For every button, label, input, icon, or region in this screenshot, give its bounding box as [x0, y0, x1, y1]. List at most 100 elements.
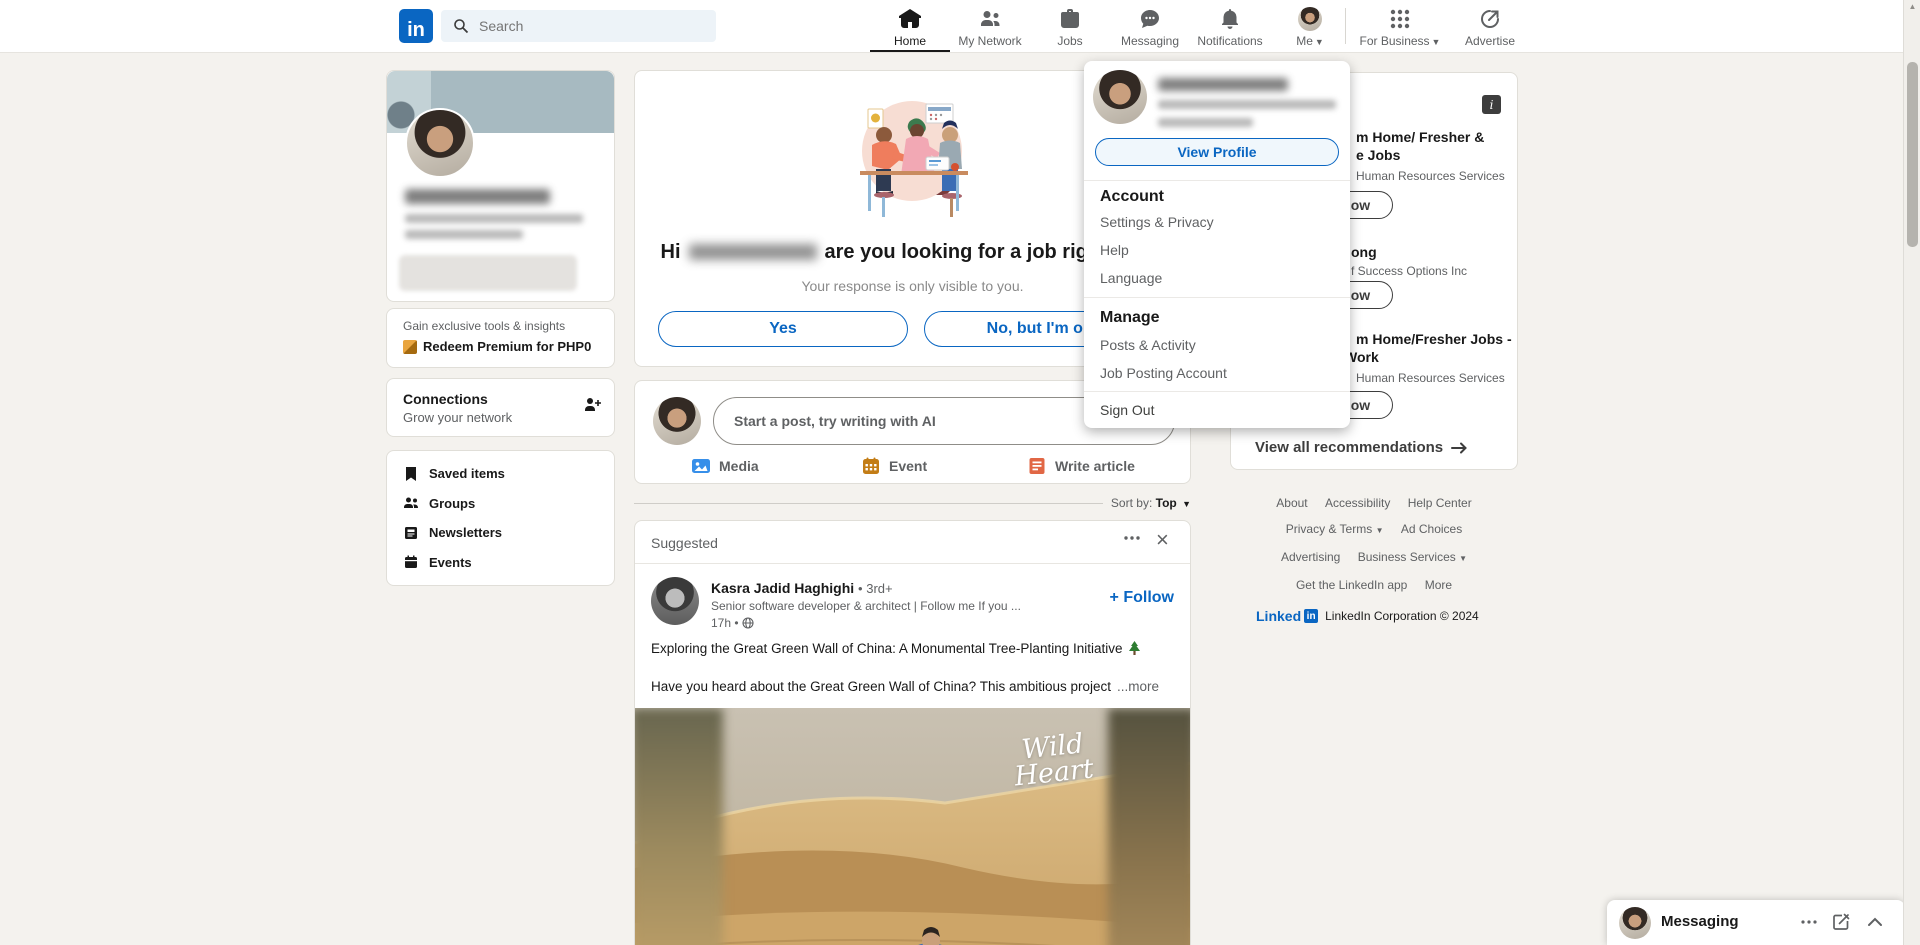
sort-by[interactable]: Sort by: Top ▼	[1111, 496, 1191, 510]
notifications-icon	[1222, 9, 1238, 29]
follow-button[interactable]: + Follow	[1110, 589, 1174, 607]
nav-my-network-label: My Network	[958, 34, 1022, 48]
bookmark-icon	[406, 466, 416, 481]
caret-down-icon: ▼	[1375, 526, 1384, 535]
search-icon	[454, 19, 469, 34]
write-article-button[interactable]: Write article	[1027, 453, 1135, 479]
search-box[interactable]	[441, 10, 716, 42]
job-company: Human Resources Services	[1356, 169, 1505, 183]
info-icon[interactable]: i	[1482, 95, 1501, 114]
chevron-up-icon[interactable]	[1865, 912, 1885, 932]
nav-jobs[interactable]: Jobs	[1030, 0, 1110, 52]
footer-link-advertising[interactable]: Advertising	[1281, 550, 1340, 564]
connections-subtitle: Grow your network	[403, 410, 513, 425]
video-blur-right	[1108, 708, 1190, 945]
messaging-overflow-button[interactable]	[1799, 912, 1819, 932]
footer-link-ad-choices[interactable]: Ad Choices	[1401, 522, 1462, 536]
post-time: 17h •	[711, 616, 754, 630]
page-footer: About Accessibility Help Center Privacy …	[1230, 490, 1518, 624]
footer-link-business-services[interactable]: Business Services ▼	[1358, 550, 1467, 564]
footer-link-help-center[interactable]: Help Center	[1408, 496, 1472, 510]
sidebar-item-newsletters[interactable]: Newsletters	[403, 522, 598, 544]
suggested-post-card: Suggested × Kasra Jadid Haghighi • 3rd+ …	[634, 520, 1191, 945]
premium-hint: Gain exclusive tools & insights	[403, 319, 566, 333]
see-more-button[interactable]: ...more	[1117, 679, 1159, 694]
nav-for-business[interactable]: For Business ▼	[1352, 0, 1448, 52]
nav-messaging[interactable]: Messaging	[1110, 0, 1190, 52]
search-input[interactable]	[477, 17, 691, 35]
footer-link-about[interactable]: About	[1276, 496, 1307, 510]
author-name[interactable]: Kasra Jadid Haghighi	[711, 580, 854, 596]
menu-item-posts-activity[interactable]: Posts & Activity	[1100, 337, 1196, 353]
nav-for-business-label: For Business ▼	[1359, 34, 1441, 48]
footer-link-more[interactable]: More	[1425, 578, 1452, 592]
scrollbar-up-arrow[interactable]: ▲	[1904, 2, 1920, 11]
nav-items: Home My Network Jobs Messaging Notificat…	[870, 0, 1350, 52]
dismiss-post-button[interactable]: ×	[1156, 529, 1169, 551]
footer-link-privacy-terms[interactable]: Privacy & Terms ▼	[1286, 522, 1384, 536]
premium-icon	[403, 339, 417, 354]
view-profile-button[interactable]: View Profile	[1095, 138, 1339, 166]
account-section-header: Account	[1100, 188, 1164, 205]
connection-degree: • 3rd+	[858, 581, 893, 596]
nav-notifications[interactable]: Notifications	[1190, 0, 1270, 52]
profile-avatar[interactable]	[405, 108, 475, 178]
media-button[interactable]: Media	[691, 453, 759, 479]
sidebar-item-events[interactable]: Events	[403, 552, 598, 574]
menu-item-language[interactable]: Language	[1100, 270, 1162, 286]
copyright: LinkedIn Corporation © 2024	[1325, 609, 1479, 623]
messaging-overlay-bar[interactable]: Messaging	[1607, 900, 1905, 945]
profile-card[interactable]	[386, 70, 615, 302]
footer-link-get-app[interactable]: Get the LinkedIn app	[1296, 578, 1407, 592]
scrollbar-thumb[interactable]	[1907, 62, 1918, 247]
menu-item-settings-privacy[interactable]: Settings & Privacy	[1100, 214, 1214, 230]
job-title[interactable]: m Home/ Fresher &	[1356, 129, 1484, 145]
nav-me[interactable]: Me ▼	[1270, 0, 1350, 52]
job-title[interactable]: m Home/Fresher Jobs -	[1356, 331, 1512, 347]
nav-home-label: Home	[893, 34, 926, 48]
view-all-recommendations-link[interactable]: View all recommendations	[1255, 439, 1468, 456]
linkedin-logo[interactable]: in	[399, 9, 433, 43]
composer-avatar[interactable]	[653, 397, 701, 445]
compose-message-button[interactable]	[1831, 912, 1851, 932]
page-scrollbar[interactable]: ▲	[1903, 0, 1920, 945]
premium-upsell-card[interactable]: Gain exclusive tools & insights Redeem P…	[386, 308, 615, 368]
ellipsis-icon	[1801, 920, 1817, 924]
nav-messaging-label: Messaging	[1120, 34, 1180, 48]
post-overflow-button[interactable]	[1121, 527, 1143, 549]
my-network-icon	[981, 11, 1000, 26]
yes-button[interactable]: Yes	[658, 311, 908, 347]
post-video[interactable]: Wild Heart	[635, 708, 1190, 945]
menu-item-job-posting-account[interactable]: Job Posting Account	[1100, 365, 1227, 381]
nav-advertise[interactable]: Advertise	[1450, 0, 1530, 52]
menu-item-help[interactable]: Help	[1100, 242, 1129, 258]
linkedin-wordmark: Linked in LinkedIn Corporation © 2024	[1256, 608, 1479, 624]
job-title[interactable]: ong	[1351, 244, 1377, 260]
connections-card[interactable]: Connections Grow your network	[386, 378, 615, 437]
nav-jobs-label: Jobs	[1057, 34, 1083, 48]
grid-icon	[1390, 9, 1410, 29]
footer-link-accessibility[interactable]: Accessibility	[1325, 496, 1390, 510]
event-button[interactable]: Event	[861, 453, 927, 479]
profile-extra-blurred	[399, 255, 577, 291]
messaging-avatar	[1619, 907, 1651, 939]
sign-out-button[interactable]: Sign Out	[1100, 402, 1154, 418]
job-title[interactable]: e Jobs	[1356, 147, 1400, 163]
job-question-illustration	[860, 101, 968, 217]
caret-down-icon: ▼	[1431, 37, 1441, 47]
me-menu-name-blurred	[1158, 78, 1288, 91]
nav-my-network[interactable]: My Network	[950, 0, 1030, 52]
divider	[1084, 297, 1350, 298]
groups-icon	[404, 497, 418, 509]
video-caption: Wild Heart	[1012, 728, 1096, 793]
premium-cta[interactable]: Redeem Premium for PHP0	[403, 339, 598, 354]
sidebar-item-saved-items[interactable]: Saved items	[403, 463, 598, 485]
job-company: Human Resources Services	[1356, 371, 1505, 385]
sidebar-item-groups[interactable]: Groups	[403, 493, 598, 515]
author-avatar[interactable]	[651, 577, 699, 625]
me-menu-avatar[interactable]	[1093, 70, 1147, 124]
advertise-icon	[1481, 10, 1499, 28]
shortcuts-card: Saved items Groups Newsletters Events	[386, 450, 615, 586]
add-connection-icon[interactable]	[582, 395, 602, 415]
nav-home[interactable]: Home	[870, 0, 950, 52]
